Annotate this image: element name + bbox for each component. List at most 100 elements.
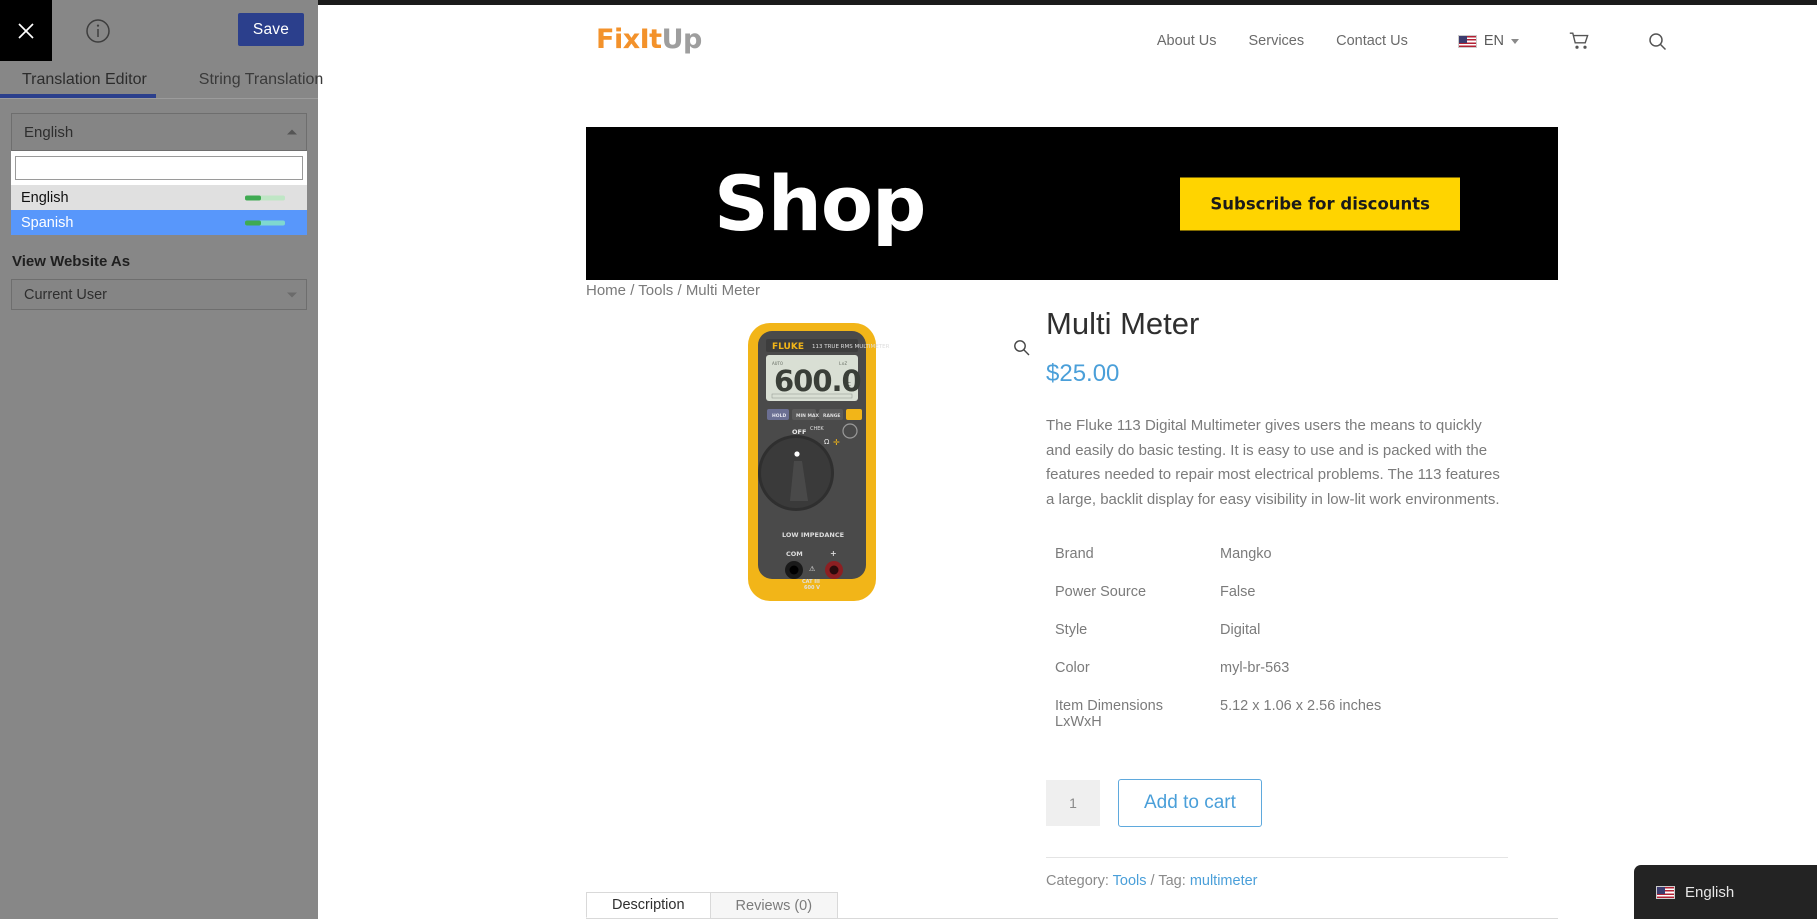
breadcrumb-separator-1: / xyxy=(630,282,635,299)
svg-text:Ω: Ω xyxy=(824,438,830,446)
svg-text:RANGE: RANGE xyxy=(823,413,840,419)
product-title: Multi Meter xyxy=(1046,306,1200,341)
breadcrumb: Home / Tools / Multi Meter xyxy=(586,282,760,299)
nav-item-about-us[interactable]: About Us xyxy=(1157,33,1217,49)
chevron-down-icon xyxy=(1511,38,1519,44)
attribute-value: Digital xyxy=(1220,621,1261,638)
svg-text:⚠: ⚠ xyxy=(809,565,816,573)
dropdown-option-english[interactable]: English xyxy=(11,185,307,210)
translation-progress-bar xyxy=(245,220,285,225)
table-row: Brand Mangko xyxy=(1046,535,1508,573)
chevron-down-icon xyxy=(287,292,297,297)
attribute-value: False xyxy=(1220,583,1256,600)
attribute-key: Item Dimensions LxWxH xyxy=(1055,697,1163,730)
us-flag-icon xyxy=(1457,34,1477,48)
language-widget[interactable]: English xyxy=(1634,865,1817,919)
attribute-key: Color xyxy=(1055,659,1090,676)
nav-item-contact-us[interactable]: Contact Us xyxy=(1336,33,1408,49)
product-description: The Fluke 113 Digital Multimeter gives u… xyxy=(1046,417,1500,508)
sidebar-topbar: Save xyxy=(0,0,318,61)
svg-text:MIN MAX: MIN MAX xyxy=(796,413,819,419)
product-image[interactable]: FLUKE 113 TRUE RMS MULTIMETER AUTO LoZ 6… xyxy=(586,315,1076,670)
add-to-cart-row: Add to cart xyxy=(1046,778,1508,827)
sidebar-tabs: Translation Editor String Translation xyxy=(0,61,323,98)
attribute-value: 5.12 x 1.06 x 2.56 inches xyxy=(1220,697,1382,714)
add-to-cart-button[interactable]: Add to cart xyxy=(1118,778,1262,827)
sidebar-body: English English Spanish View Website As xyxy=(0,99,318,310)
svg-text:CHEK: CHEK xyxy=(810,426,824,432)
svg-text:+: + xyxy=(830,549,837,558)
screen: FixItUp About Us Services Contact Us EN xyxy=(0,0,1817,919)
breadcrumb-tools[interactable]: Tools xyxy=(638,282,673,299)
tag-link[interactable]: multimeter xyxy=(1190,873,1258,889)
close-icon[interactable] xyxy=(0,0,52,61)
svg-text:COM: COM xyxy=(786,550,803,558)
product-summary: Multi Meter $25.00 The Fluke 113 Digital… xyxy=(1046,305,1508,889)
table-row: Color myl-br-563 xyxy=(1046,649,1508,687)
shop-banner: Shop Subscribe for discounts xyxy=(586,127,1558,280)
product-image-gallery[interactable]: FLUKE 113 TRUE RMS MULTIMETER AUTO LoZ 6… xyxy=(586,315,1076,670)
breadcrumb-home[interactable]: Home xyxy=(586,282,626,299)
svg-text:LOW IMPEDANCE: LOW IMPEDANCE xyxy=(782,531,844,539)
table-row: Style Digital xyxy=(1046,611,1508,649)
magnifier-icon[interactable] xyxy=(1013,339,1030,361)
svg-text:AC: AC xyxy=(844,382,851,388)
language-dropdown-panel: English Spanish xyxy=(11,151,307,235)
language-search-input[interactable] xyxy=(15,156,303,180)
shopping-cart-icon[interactable] xyxy=(1569,32,1590,50)
svg-text:✛: ✛ xyxy=(833,438,840,447)
svg-text:HOLD: HOLD xyxy=(772,413,786,419)
tab-description[interactable]: Description xyxy=(586,892,711,918)
language-switcher[interactable]: EN xyxy=(1457,33,1519,49)
site-logo[interactable]: FixItUp xyxy=(596,24,702,55)
us-flag-icon xyxy=(1656,885,1675,899)
language-select[interactable]: English xyxy=(11,113,307,151)
logo-text-gray: Up xyxy=(661,24,703,55)
translation-progress-bar xyxy=(245,195,285,200)
tab-string-translation[interactable]: String Translation xyxy=(169,61,346,98)
table-row: Item Dimensions LxWxH 5.12 x 1.06 x 2.56… xyxy=(1046,687,1508,741)
subscribe-button[interactable]: Subscribe for discounts xyxy=(1180,177,1460,230)
logo-text-orange: FixIt xyxy=(596,24,662,55)
language-select-value: English xyxy=(24,123,74,141)
category-label: Category: xyxy=(1046,872,1109,889)
meta-separator: / xyxy=(1150,872,1155,889)
nav-item-services[interactable]: Services xyxy=(1249,33,1305,49)
attribute-key: Style xyxy=(1055,621,1088,638)
product-tabs: Description Reviews (0) xyxy=(586,892,1558,919)
translation-sidebar: Save Translation Editor String Translati… xyxy=(0,0,323,919)
view-website-as-select[interactable]: Current User xyxy=(11,279,307,310)
svg-text:FLUKE: FLUKE xyxy=(772,342,804,352)
website-frame: FixItUp About Us Services Contact Us EN xyxy=(318,0,1817,919)
attribute-value: myl-br-563 xyxy=(1220,659,1290,676)
breadcrumb-current: Multi Meter xyxy=(685,282,760,299)
tab-reviews[interactable]: Reviews (0) xyxy=(709,892,839,918)
table-row: Power Source False xyxy=(1046,573,1508,611)
tag-label: Tag: xyxy=(1158,872,1186,889)
main-navigation: About Us Services Contact Us EN xyxy=(1157,5,1667,77)
view-website-as-value: Current User xyxy=(24,286,107,303)
attribute-key: Brand xyxy=(1055,545,1094,562)
svg-text:V: V xyxy=(844,373,850,381)
site-header: FixItUp About Us Services Contact Us EN xyxy=(318,5,1817,77)
svg-text:113 TRUE RMS MULTIMETER: 113 TRUE RMS MULTIMETER xyxy=(812,344,890,350)
dropdown-option-label: Spanish xyxy=(21,214,74,231)
save-button[interactable]: Save xyxy=(238,13,304,46)
banner-title: Shop xyxy=(714,158,926,248)
divider xyxy=(1046,856,1508,858)
dropdown-option-spanish[interactable]: Spanish xyxy=(11,210,307,235)
category-link[interactable]: Tools xyxy=(1113,873,1147,889)
language-widget-label: English xyxy=(1685,883,1735,901)
svg-text:600 V: 600 V xyxy=(804,585,820,591)
svg-text:600.0: 600.0 xyxy=(774,364,861,398)
product-price: $25.00 xyxy=(1046,360,1120,388)
language-code: EN xyxy=(1483,33,1504,49)
dropdown-option-label: English xyxy=(21,189,69,206)
tab-translation-editor[interactable]: Translation Editor xyxy=(0,61,169,98)
breadcrumb-separator-2: / xyxy=(677,282,682,299)
info-circle-icon[interactable] xyxy=(85,18,111,44)
product-attributes-table: Brand Mangko Power Source False Style Di… xyxy=(1046,535,1508,741)
quantity-input[interactable] xyxy=(1046,779,1100,826)
search-icon[interactable] xyxy=(1648,32,1667,51)
attribute-value: Mangko xyxy=(1220,545,1272,562)
